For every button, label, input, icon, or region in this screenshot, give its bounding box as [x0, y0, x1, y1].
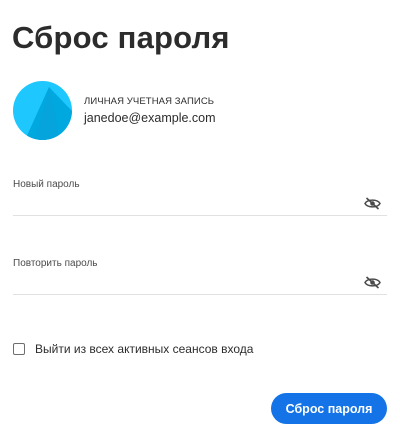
confirm-password-label: Повторить пароль	[13, 258, 98, 269]
avatar-icon	[13, 81, 72, 140]
new-password-label: Новый пароль	[13, 179, 80, 190]
avatar-graphic	[13, 81, 72, 140]
reset-password-page: Сброс пароля ЛИЧНАЯ УЧЕТНАЯ ЗАПИСЬ janed…	[0, 0, 400, 439]
reset-password-button[interactable]: Сброс пароля	[271, 393, 387, 424]
account-type-label: ЛИЧНАЯ УЧЕТНАЯ ЗАПИСЬ	[84, 96, 215, 107]
eye-slash-icon[interactable]	[364, 197, 381, 210]
signout-all-sessions-label[interactable]: Выйти из всех активных сеансов входа	[35, 342, 253, 356]
account-email: janedoe@example.com	[84, 111, 216, 125]
page-title: Сброс пароля	[12, 20, 230, 55]
new-password-input[interactable]	[13, 190, 387, 216]
eye-slash-icon[interactable]	[364, 276, 381, 289]
signout-all-sessions-checkbox[interactable]	[13, 343, 25, 355]
confirm-password-input[interactable]	[13, 269, 387, 295]
